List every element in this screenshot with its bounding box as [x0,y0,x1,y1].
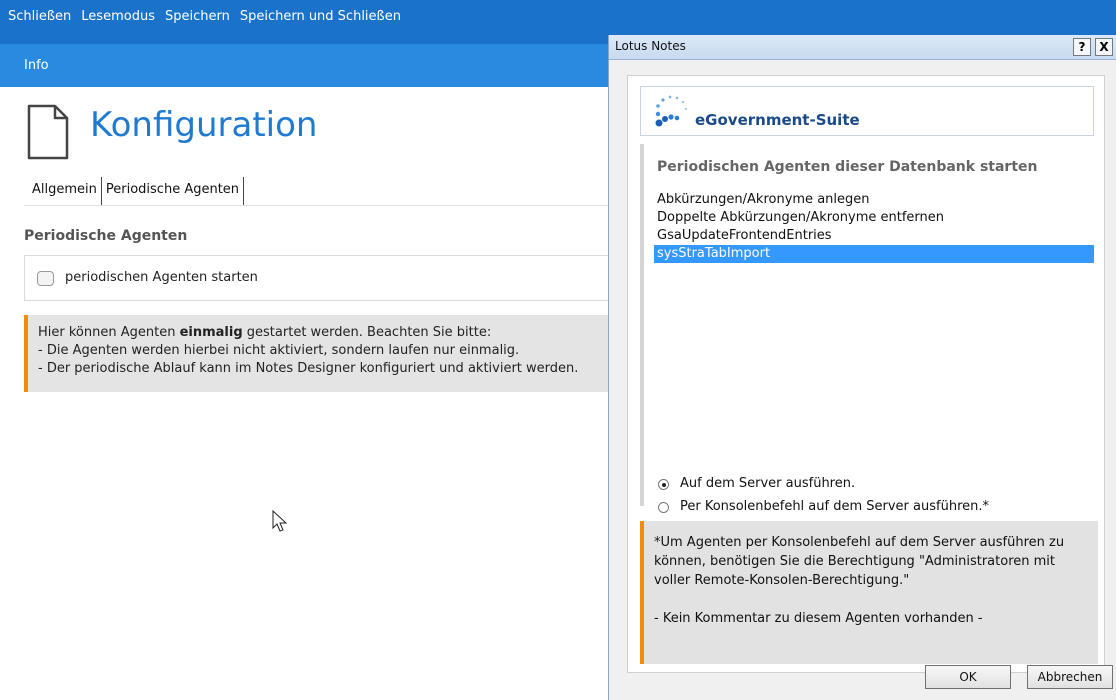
agent-list[interactable]: Abkürzungen/Akronyme anlegen Doppelte Ab… [654,191,1094,263]
window-close-button[interactable]: X [1095,38,1113,56]
agent-item[interactable]: Doppelte Abkürzungen/Akronyme entfernen [654,209,1094,227]
help-button[interactable]: ? [1073,38,1091,56]
read-mode-button[interactable]: Lesemodus [81,9,155,24]
checkbox-label[interactable]: periodischen Agenten starten [65,270,258,285]
lotus-notes-dialog: Lotus Notes ? X eGovernment-Suite Period… [608,35,1116,700]
save-and-close-button[interactable]: Speichern und Schließen [240,9,401,24]
tab-divider [24,205,614,206]
tab-periodische-agenten[interactable]: Periodische Agenten [102,177,245,205]
radio-button-selected[interactable] [658,479,669,490]
mouse-cursor-icon [272,510,288,532]
agent-item[interactable]: GsaUpdateFrontendEntries [654,227,1094,245]
document-icon [27,104,69,160]
info-note: Hier können Agenten einmalig gestartet w… [24,315,618,392]
radio-label[interactable]: Auf dem Server ausführen. [680,476,855,491]
page-title: Konfiguration [90,105,318,145]
agent-selection-group: Periodischen Agenten dieser Datenbank st… [640,144,1100,514]
agent-item-selected[interactable]: sysStraTabImport [654,245,1094,263]
brand-header: eGovernment-Suite [640,86,1094,136]
info-link[interactable]: Info [24,58,49,73]
permission-note: *Um Agenten per Konsolenbefehl auf dem S… [640,521,1098,664]
radio-label[interactable]: Per Konsolenbefehl auf dem Server ausfüh… [680,499,989,514]
note-line-1: Hier können Agenten einmalig gestartet w… [38,325,492,340]
dialog-titlebar: Lotus Notes ? X [609,35,1116,60]
action-menu: Schließen Lesemodus Speichern Speichern … [8,9,411,24]
egov-logo-icon [655,95,687,127]
ok-button[interactable]: OK [925,665,1011,689]
checkbox-row: periodischen Agenten starten [24,255,611,301]
dialog-panel: eGovernment-Suite Periodischen Agenten d… [627,75,1105,673]
note-line-3: - Der periodische Ablauf kann im Notes D… [38,361,579,376]
section-title: Periodische Agenten [24,228,188,244]
brand-name: eGovernment-Suite [695,111,860,129]
agent-list-title: Periodischen Agenten dieser Datenbank st… [657,159,1038,175]
tab-allgemein[interactable]: Allgemein [24,177,102,205]
save-button[interactable]: Speichern [165,9,230,24]
cancel-button[interactable]: Abbrechen [1027,665,1113,689]
note-line-2: - Die Agenten werden hierbei nicht aktiv… [38,343,520,358]
comment-text: - Kein Kommentar zu diesem Agenten vorha… [654,611,983,626]
agent-item[interactable]: Abkürzungen/Akronyme anlegen [654,191,1094,209]
close-button[interactable]: Schließen [8,9,71,24]
dialog-title: Lotus Notes [615,39,686,53]
start-agents-checkbox[interactable] [37,271,54,286]
permission-text: *Um Agenten per Konsolenbefehl auf dem S… [654,535,1065,588]
radio-button[interactable] [658,502,669,513]
tab-bar: Allgemein Periodische Agenten [24,177,245,205]
